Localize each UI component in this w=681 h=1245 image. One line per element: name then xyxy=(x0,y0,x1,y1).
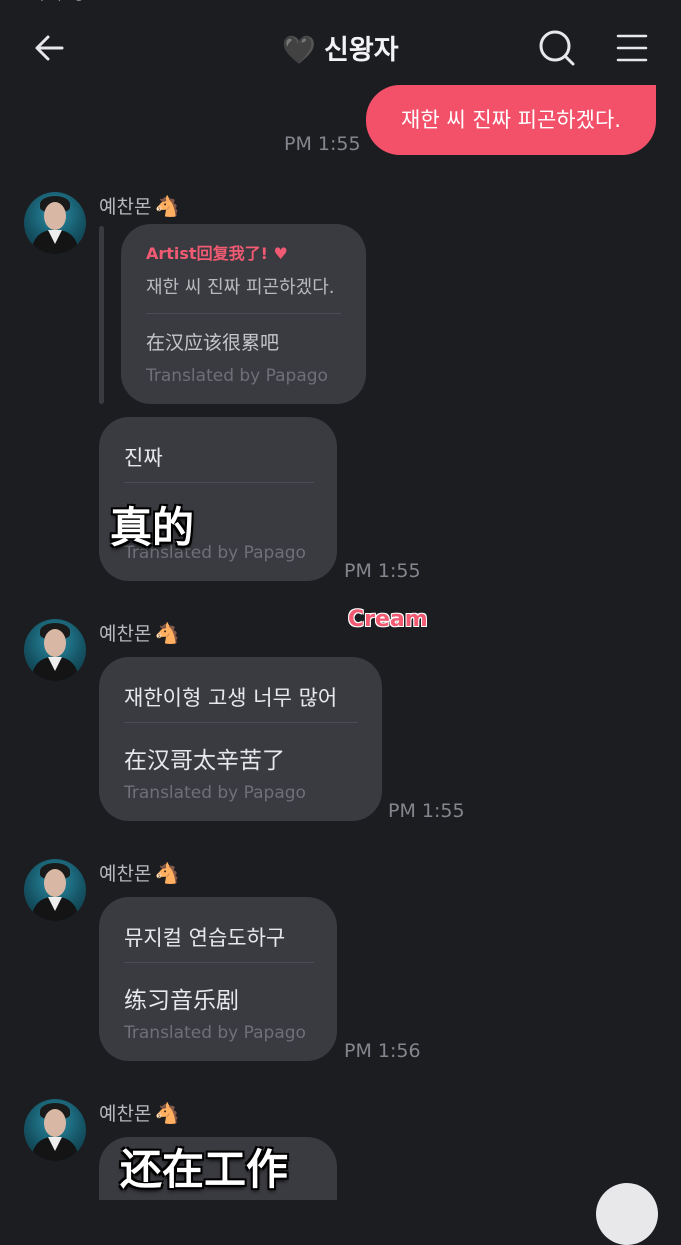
divider xyxy=(146,313,341,314)
translation-text: 练习音乐剧 xyxy=(124,988,239,1014)
sender-name-text: 예찬몬 xyxy=(99,196,152,218)
top-sliver-text: papago xyxy=(40,0,92,2)
message-time: PM 1:55 xyxy=(344,560,421,582)
message-text: 재한이형 고생 너무 많어 xyxy=(124,686,338,710)
caption-overlay: 真的 xyxy=(110,503,195,552)
sender-name: 예찬몬 🐴 xyxy=(99,619,179,646)
translation-text: 在汉哥太辛苦了 xyxy=(124,748,285,774)
sender-name-text: 예찬몬 xyxy=(99,623,152,645)
message-text: 진짜 xyxy=(124,446,163,470)
divider xyxy=(124,962,314,963)
message-text: 뮤지컬 연습도하구 xyxy=(124,926,286,950)
message-time: PM 1:55 xyxy=(284,133,361,155)
menu-icon[interactable] xyxy=(612,30,652,66)
horse-icon: 🐴 xyxy=(154,1101,180,1125)
avatar[interactable] xyxy=(24,1099,86,1161)
translation-text: 在汉应该很累吧 xyxy=(146,332,280,354)
quoted-text: 재한 씨 진짜 피곤하겠다. xyxy=(146,277,335,298)
avatar[interactable] xyxy=(24,619,86,681)
translated-by-label: Translated by Papago xyxy=(146,366,328,386)
reply-tag: Artist回复我了! ♥ xyxy=(146,240,288,264)
horse-icon: 🐴 xyxy=(154,861,180,885)
black-heart-icon: 🖤 xyxy=(282,35,317,66)
scroll-down-button[interactable] xyxy=(596,1183,658,1245)
divider xyxy=(124,482,314,483)
avatar[interactable] xyxy=(24,192,86,254)
translated-by-label: Translated by Papago xyxy=(124,783,306,803)
divider xyxy=(124,722,358,723)
message-time: PM 1:55 xyxy=(388,800,465,822)
sender-name: 예찬몬 🐴 xyxy=(99,192,179,219)
avatar[interactable] xyxy=(24,859,86,921)
chat-title-text: 신왕자 xyxy=(324,35,399,66)
watermark-text: Cream xyxy=(348,607,428,632)
chat-title: 🖤 신왕자 xyxy=(0,28,681,67)
sender-name-text: 예찬몬 xyxy=(99,863,152,885)
sender-name-text: 예찬몬 xyxy=(99,1103,152,1125)
translated-by-label: Translated by Papago xyxy=(124,1023,306,1043)
caption-overlay: 还在工作 xyxy=(120,1145,289,1194)
reply-tag-text: Artist回复我了! xyxy=(146,244,268,263)
sender-name: 예찬몬 🐴 xyxy=(99,1099,179,1126)
horse-icon: 🐴 xyxy=(154,621,180,645)
message-time: PM 1:56 xyxy=(344,1040,421,1062)
horse-icon: 🐴 xyxy=(154,194,180,218)
heart-icon: ♥ xyxy=(273,244,288,263)
sender-name: 예찬몬 🐴 xyxy=(99,859,179,886)
outgoing-message-bubble[interactable]: 재한 씨 진짜 피곤하겠다. xyxy=(366,85,656,155)
reply-indicator-line xyxy=(99,226,104,404)
search-icon[interactable] xyxy=(537,28,577,68)
chat-header: papago 🖤신왕자 xyxy=(0,0,681,92)
